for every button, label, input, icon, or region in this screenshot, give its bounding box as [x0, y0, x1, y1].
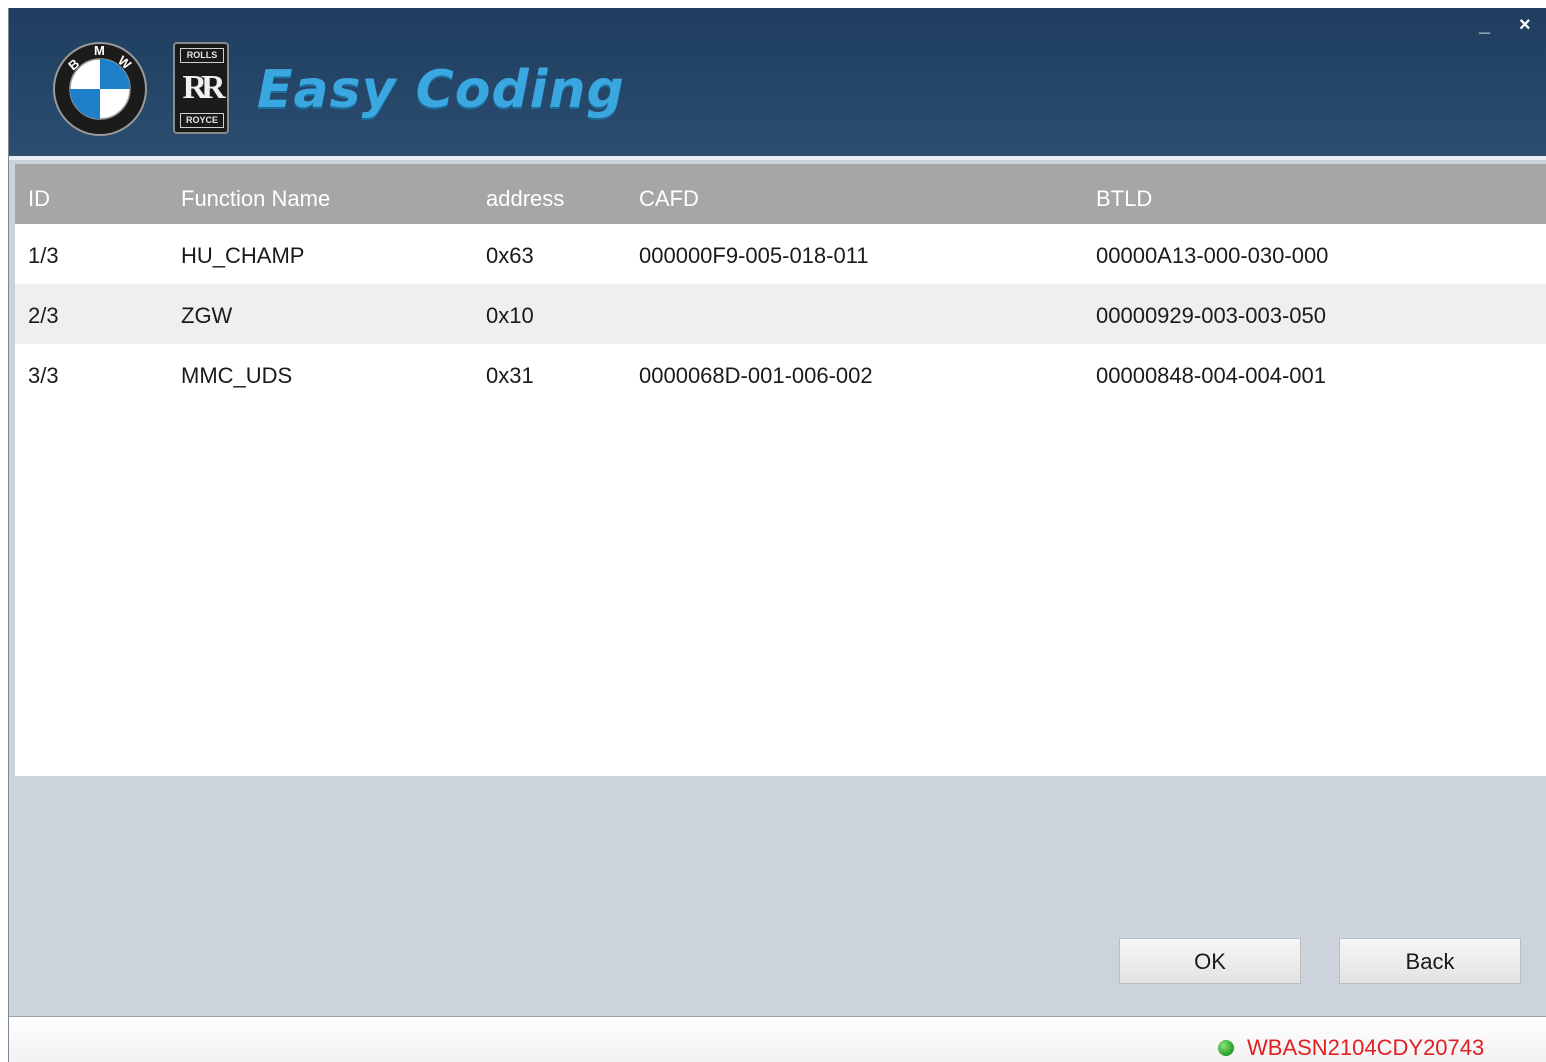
- back-button[interactable]: Back: [1339, 938, 1521, 984]
- cell-address: 0x63: [486, 243, 534, 268]
- minimize-button[interactable]: _: [1479, 14, 1490, 36]
- rr-top-label: ROLLS: [180, 48, 224, 63]
- cell-btld: 00000A13-000-030-000: [1096, 243, 1329, 268]
- table-row[interactable]: 2/3 ZGW 0x10 00000929-003-003-050: [15, 284, 1546, 344]
- bmw-letter-m: M: [94, 43, 105, 58]
- cell-address: 0x31: [486, 363, 534, 388]
- app-brand-title: Easy Coding: [257, 60, 625, 120]
- ecu-table: ID Function Name address CAFD BTLD 1/3 H…: [15, 164, 1546, 776]
- column-header-address[interactable]: address: [486, 164, 564, 224]
- ok-button[interactable]: OK: [1119, 938, 1301, 984]
- status-bar: WBASN2104CDY20743: [9, 1016, 1546, 1062]
- bmw-logo: B M W: [53, 42, 147, 136]
- cell-id: 2/3: [28, 303, 59, 328]
- cell-address: 0x10: [486, 303, 534, 328]
- connection-status-icon: [1218, 1040, 1234, 1056]
- header-banner: _ × B M W ROLLS RR ROYCE Easy Coding: [9, 8, 1546, 156]
- table-row[interactable]: 3/3 MMC_UDS 0x31 0000068D-001-006-002 00…: [15, 344, 1546, 404]
- cell-btld: 00000848-004-004-001: [1096, 363, 1326, 388]
- cell-cafd: 000000F9-005-018-011: [639, 243, 869, 268]
- cell-cafd: 0000068D-001-006-002: [639, 363, 873, 388]
- close-button[interactable]: ×: [1519, 14, 1531, 36]
- table-row[interactable]: 1/3 HU_CHAMP 0x63 000000F9-005-018-011 0…: [15, 224, 1546, 284]
- cell-id: 1/3: [28, 243, 59, 268]
- vehicle-vin: WBASN2104CDY20743: [1247, 1035, 1485, 1060]
- cell-function-name: HU_CHAMP: [181, 243, 305, 268]
- rr-monogram: RR: [182, 69, 225, 106]
- rolls-royce-logo: ROLLS RR ROYCE: [173, 42, 229, 134]
- column-header-function-name[interactable]: Function Name: [181, 164, 330, 224]
- column-header-id[interactable]: ID: [28, 164, 50, 224]
- cell-function-name: ZGW: [181, 303, 233, 328]
- column-header-cafd[interactable]: CAFD: [639, 164, 699, 224]
- cell-function-name: MMC_UDS: [181, 363, 293, 388]
- table-header: ID Function Name address CAFD BTLD: [15, 164, 1546, 224]
- rr-bottom-label: ROYCE: [180, 113, 224, 128]
- app-window: _ × B M W ROLLS RR ROYCE Easy Coding ID …: [8, 8, 1546, 1062]
- column-header-btld[interactable]: BTLD: [1096, 164, 1152, 224]
- cell-btld: 00000929-003-003-050: [1096, 303, 1326, 328]
- header-divider: [9, 156, 1546, 160]
- cell-id: 3/3: [28, 363, 59, 388]
